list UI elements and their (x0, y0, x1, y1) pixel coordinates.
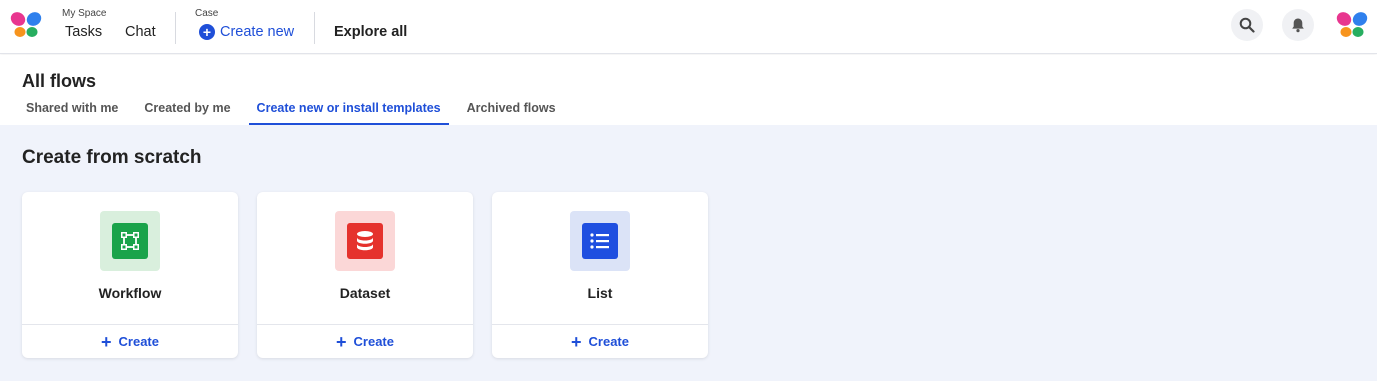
create-workflow-button[interactable]: + Create (22, 325, 238, 358)
notifications-button[interactable] (1282, 9, 1314, 41)
create-new-case-button[interactable]: + Create new (199, 24, 294, 40)
card-title: List (587, 285, 613, 301)
workflow-icon-background (100, 211, 160, 271)
database-icon (347, 223, 383, 259)
create-label: Create (353, 334, 394, 349)
bell-icon (1292, 18, 1304, 33)
list-icon (582, 223, 618, 259)
search-icon (1239, 17, 1255, 33)
create-new-label: Create new (220, 24, 295, 40)
dataset-card[interactable]: Dataset + Create (257, 192, 473, 358)
case-label: Case (195, 8, 219, 19)
card-title: Dataset (339, 285, 391, 301)
plus-icon: + (571, 331, 582, 352)
tab-created-by-me[interactable]: Created by me (136, 97, 238, 125)
butterfly-logo-icon[interactable] (9, 10, 43, 40)
search-button[interactable] (1231, 9, 1263, 41)
butterfly-logo-icon[interactable] (1335, 10, 1369, 40)
create-label: Create (118, 334, 159, 349)
tab-shared-with-me[interactable]: Shared with me (18, 97, 126, 125)
nav-chat[interactable]: Chat (125, 24, 156, 40)
content-area: Create from scratch Workflow + Create Da… (0, 125, 1377, 381)
top-nav-bar: My Space Tasks Chat Case + Create new Ex… (0, 0, 1377, 54)
list-card[interactable]: List + Create (492, 192, 708, 358)
plus-icon: + (336, 331, 347, 352)
nav-tasks[interactable]: Tasks (65, 24, 102, 40)
page-header: All flows Shared with me Created by me C… (0, 55, 1377, 125)
page-title: All flows (22, 71, 97, 91)
workflow-card[interactable]: Workflow + Create (22, 192, 238, 358)
my-space-label: My Space (62, 8, 107, 19)
nav-explore-all[interactable]: Explore all (334, 24, 407, 40)
tab-create-new-or-install-templates[interactable]: Create new or install templates (248, 97, 449, 125)
tab-archived-flows[interactable]: Archived flows (459, 97, 564, 125)
tab-bar: Shared with me Created by me Create new … (18, 97, 574, 125)
dataset-icon-background (335, 211, 395, 271)
list-icon-background (570, 211, 630, 271)
workflow-icon (112, 223, 148, 259)
create-list-button[interactable]: + Create (492, 325, 708, 358)
nav-divider (314, 12, 315, 44)
create-dataset-button[interactable]: + Create (257, 325, 473, 358)
section-title: Create from scratch (22, 147, 202, 168)
plus-icon: + (101, 331, 112, 352)
card-title: Workflow (98, 285, 162, 301)
create-label: Create (588, 334, 629, 349)
plus-circle-icon: + (199, 24, 215, 40)
nav-divider (175, 12, 176, 44)
